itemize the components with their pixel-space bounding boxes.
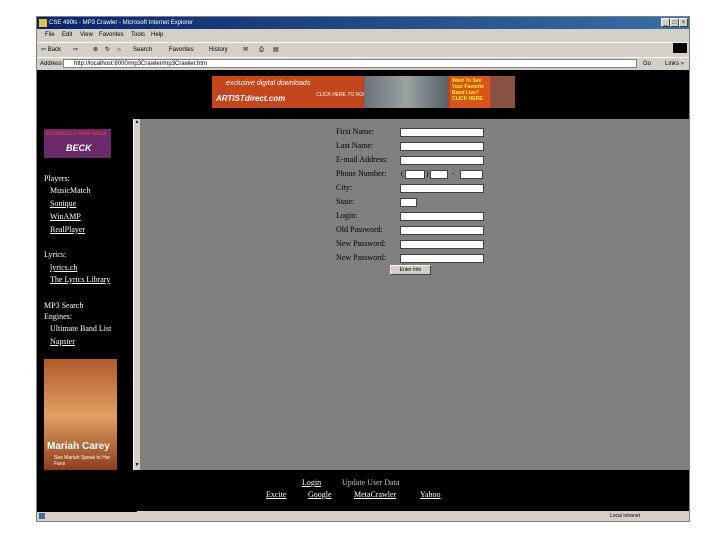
history-button[interactable]: History: [209, 43, 228, 57]
new-password-input[interactable]: [400, 240, 484, 249]
sidebar-item-ultimate-band-list[interactable]: Ultimate Band List: [50, 324, 111, 333]
close-button[interactable]: ×: [679, 18, 688, 27]
banner-ad[interactable]: exclusive digital downloads ARTISTdirect…: [212, 76, 515, 108]
phone-area-input[interactable]: [405, 170, 425, 179]
menu-tools[interactable]: Tools: [131, 29, 145, 42]
login-link[interactable]: Login: [302, 478, 321, 487]
sidebar-item-lyrics-library[interactable]: The Lyrics Library: [50, 275, 110, 284]
old-password-label: Old Password:: [336, 225, 383, 234]
phone-prefix-input[interactable]: [430, 170, 448, 179]
favorites-button[interactable]: Favorites: [169, 43, 194, 57]
beck-ad-header: ENTANGLED FANS WEEK: [46, 131, 107, 137]
confirm-password-input[interactable]: [400, 254, 484, 263]
title-bar: CSE 490ls - MP3 Crawler - Microsoft Inte…: [37, 17, 689, 29]
banner-click: CLICK HERE TO ROCK: [316, 92, 371, 98]
home-icon[interactable]: ⌂: [117, 43, 121, 57]
ad2-sub: See Mariah Speak to Her Fans: [54, 455, 111, 467]
login-label: Login:: [336, 211, 358, 220]
lyrics-heading: Lyrics:: [44, 250, 67, 259]
state-label: State:: [336, 197, 355, 206]
ad2-name: Mariah Carey: [47, 441, 110, 452]
go-button[interactable]: Go: [643, 58, 651, 70]
sidebar-item-realplayer[interactable]: RealPlayer: [50, 225, 85, 234]
browser-window: CSE 490ls - MP3 Crawler - Microsoft Inte…: [36, 16, 690, 522]
new-password-label: New Password:: [336, 239, 386, 248]
menu-file[interactable]: File: [45, 29, 55, 42]
old-password-input[interactable]: [400, 226, 484, 235]
phone-close-paren: ): [426, 169, 429, 178]
email-label: E-mail Address:: [336, 155, 388, 164]
page-icon: [39, 513, 45, 519]
first-name-label: First Name:: [336, 127, 374, 136]
sidebar-item-sonique[interactable]: Sonique: [50, 199, 76, 208]
sidebar: ENTANGLED FANS WEEK BECK Players: MusicM…: [37, 119, 137, 512]
first-name-input[interactable]: [400, 128, 484, 137]
beck-ad[interactable]: ENTANGLED FANS WEEK BECK: [44, 129, 111, 158]
print-icon[interactable]: ⎙: [259, 43, 264, 57]
stop-icon[interactable]: ⊗: [93, 43, 98, 57]
window-title: CSE 490ls - MP3 Crawler - Microsoft Inte…: [49, 20, 194, 26]
banner-brand: ARTISTdirect.com: [216, 94, 286, 103]
maximize-button[interactable]: □: [670, 18, 679, 27]
banner-promo: Want To See Your Favorite Band Live? CLI…: [450, 76, 490, 108]
players-heading: Players:: [44, 174, 70, 183]
last-name-input[interactable]: [400, 142, 484, 151]
banner-left: exclusive digital downloads ARTISTdirect…: [212, 76, 370, 108]
banner-face-photo: [490, 76, 515, 108]
phone-open-paren: (: [401, 169, 404, 178]
update-user-data-link[interactable]: Update User Data: [342, 478, 399, 487]
city-input[interactable]: [400, 184, 484, 193]
security-zone: Local intranet: [610, 513, 641, 519]
mariah-carey-ad[interactable]: Mariah Carey See Mariah Speak to Her Fan…: [44, 359, 117, 472]
google-link[interactable]: Google: [308, 490, 332, 499]
address-bar: Address http://localhost:8000/mp3Crawler…: [37, 57, 689, 70]
scrollbar[interactable]: ▲ ▼: [133, 119, 140, 470]
sidebar-item-lyrics-ch[interactable]: lyrics.ch: [50, 263, 77, 272]
phone-line-input[interactable]: [460, 170, 483, 179]
user-info-form: First Name: Last Name: E-mail Address: P…: [140, 119, 689, 470]
email-input[interactable]: [400, 156, 484, 165]
login-input[interactable]: [400, 212, 484, 221]
banner-tagline: exclusive digital downloads: [226, 80, 311, 87]
city-label: City:: [336, 183, 353, 192]
address-label: Address: [40, 61, 63, 67]
sidebar-item-winamp[interactable]: WinAMP: [50, 212, 81, 221]
sidebar-item-napster[interactable]: Napster: [50, 337, 75, 346]
page-content: exclusive digital downloads ARTISTdirect…: [37, 70, 689, 512]
ie-icon: [39, 19, 47, 27]
edit-icon[interactable]: ▤: [273, 43, 279, 57]
metacrawler-link[interactable]: MetaCrawler: [354, 490, 396, 499]
back-button[interactable]: ⇦ Back: [41, 43, 61, 57]
menu-help[interactable]: Help: [151, 29, 163, 42]
forward-button[interactable]: ⇨: [73, 43, 78, 57]
address-input[interactable]: http://localhost:8000/mp3Crawler/mp3Craw…: [63, 59, 637, 68]
yahoo-link[interactable]: Yahoo: [420, 490, 441, 499]
confirm-password-label: New Password:: [336, 253, 386, 262]
enter-info-button[interactable]: Enter Info: [390, 265, 431, 275]
menu-edit[interactable]: Edit: [62, 29, 72, 42]
phone-dash: -: [452, 169, 455, 178]
excite-link[interactable]: Excite: [266, 490, 286, 499]
toolbar: ⇦ Back ⇨ ⊗ ↻ ⌂ Search Favorites History …: [37, 42, 689, 57]
mail-icon[interactable]: ✉: [243, 43, 248, 57]
search-heading: MP3 Search: [44, 301, 84, 310]
beck-ad-title: BECK: [66, 143, 92, 153]
search-heading-2: Engines:: [44, 312, 72, 321]
footer: Login Update User Data Excite Google Met…: [37, 470, 689, 511]
status-bar: Local intranet: [37, 511, 689, 521]
search-button[interactable]: Search: [133, 43, 152, 57]
links-button[interactable]: Links »: [665, 58, 684, 70]
refresh-icon[interactable]: ↻: [105, 43, 110, 57]
menu-bar: File Edit View Favorites Tools Help: [37, 29, 689, 53]
sidebar-item-musicmatch[interactable]: MusicMatch: [50, 186, 90, 195]
phone-label: Phone Number:: [336, 169, 387, 178]
last-name-label: Last Name:: [336, 141, 374, 150]
banner-band-photo: [364, 76, 448, 108]
minimize-button[interactable]: _: [661, 18, 670, 27]
menu-favorites[interactable]: Favorites: [99, 29, 124, 42]
menu-view[interactable]: View: [80, 29, 93, 42]
state-input[interactable]: [400, 198, 417, 207]
